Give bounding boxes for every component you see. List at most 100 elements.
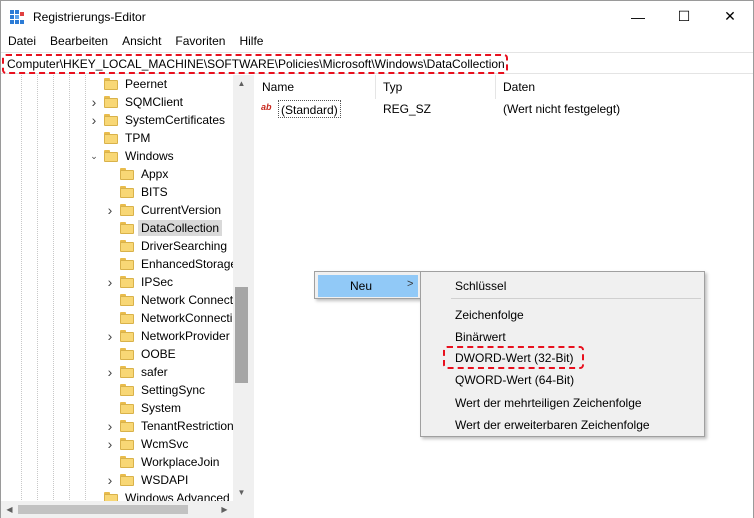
- table-row[interactable]: ab (Standard) REG_SZ (Wert nicht festgel…: [254, 100, 753, 118]
- folder-icon: [120, 456, 134, 468]
- tree-item[interactable]: DataCollection: [105, 219, 223, 237]
- tree-item[interactable]: System: [105, 399, 184, 417]
- menu-favoriten[interactable]: Favoriten: [168, 32, 232, 52]
- folder-icon: [120, 366, 134, 378]
- tree-item[interactable]: TPM: [89, 129, 153, 147]
- menu-bearbeiten[interactable]: Bearbeiten: [43, 32, 115, 52]
- folder-icon: [104, 150, 118, 162]
- value-type: REG_SZ: [383, 102, 432, 116]
- folder-icon: [120, 186, 134, 198]
- scroll-up-icon[interactable]: ▲: [233, 75, 250, 92]
- folder-icon: [120, 474, 134, 486]
- tree-vertical-scrollbar[interactable]: ▲ ▼: [233, 75, 250, 501]
- chevron-right-icon[interactable]: ›: [105, 327, 115, 345]
- tree-item[interactable]: › SQMClient: [89, 93, 186, 111]
- menu-hilfe[interactable]: Hilfe: [232, 32, 270, 52]
- tree-item-label: Appx: [141, 167, 169, 181]
- menu-item-neu[interactable]: Neu >: [318, 275, 418, 297]
- chevron-right-icon[interactable]: ›: [89, 93, 99, 111]
- tree-item[interactable]: WorkplaceJoin: [105, 453, 222, 471]
- chevron-right-icon[interactable]: ›: [89, 111, 99, 129]
- scroll-left-icon[interactable]: ◀: [1, 501, 18, 518]
- title-bar: Registrierungs-Editor — ☐ ✕: [1, 1, 753, 32]
- menu-item-expandstring[interactable]: Wert der erweiterbaren Zeichenfolge: [455, 418, 650, 432]
- tree-item-label: WorkplaceJoin: [141, 455, 220, 469]
- tree-item[interactable]: › TenantRestriction: [105, 417, 237, 435]
- folder-icon: [120, 312, 134, 324]
- tree-horizontal-scrollbar[interactable]: ◀ ▶: [1, 501, 250, 518]
- close-icon: ✕: [724, 8, 736, 24]
- scroll-down-icon[interactable]: ▼: [233, 484, 250, 501]
- menu-item-qword[interactable]: QWORD-Wert (64-Bit): [455, 373, 574, 387]
- chevron-placeholder: [105, 453, 115, 471]
- close-button[interactable]: ✕: [707, 1, 753, 32]
- tree-item[interactable]: DriverSearching: [105, 237, 230, 255]
- scroll-right-icon[interactable]: ▶: [216, 501, 233, 518]
- tree-item-label: SettingSync: [141, 383, 206, 397]
- tree-item-label: NetworkConnecti: [141, 311, 233, 325]
- scroll-thumb[interactable]: [235, 287, 248, 383]
- minimize-icon: —: [631, 8, 645, 25]
- column-header-data[interactable]: Daten: [495, 75, 745, 99]
- tree-item[interactable]: › WcmSvc: [105, 435, 191, 453]
- menu-ansicht[interactable]: Ansicht: [115, 32, 168, 52]
- folder-icon: [120, 420, 134, 432]
- tree-item[interactable]: › WSDAPI: [105, 471, 191, 489]
- value-name[interactable]: (Standard): [278, 100, 341, 118]
- chevron-placeholder: [89, 75, 99, 93]
- folder-icon: [120, 438, 134, 450]
- tree-item-label: WSDAPI: [141, 473, 189, 487]
- tree-item-label: TenantRestriction: [141, 419, 234, 433]
- tree-item-label: SQMClient: [125, 95, 184, 109]
- chevron-placeholder: [105, 399, 115, 417]
- tree-item[interactable]: Windows Advanced: [89, 489, 233, 501]
- chevron-right-icon[interactable]: ›: [105, 201, 115, 219]
- folder-icon: [120, 222, 134, 234]
- registry-key-tree[interactable]: Peernet › SQMClient › SystemCertificates TPM ⌄…: [1, 75, 250, 501]
- menu-item-schluessel[interactable]: Schlüssel: [455, 279, 506, 293]
- tree-item[interactable]: › NetworkProvider: [105, 327, 233, 345]
- chevron-right-icon[interactable]: ›: [105, 417, 115, 435]
- chevron-right-icon[interactable]: ›: [105, 363, 115, 381]
- column-header-type[interactable]: Typ: [375, 75, 495, 99]
- address-bar[interactable]: Computer\HKEY_LOCAL_MACHINE\SOFTWARE\Pol…: [1, 52, 753, 74]
- tree-item[interactable]: OOBE: [105, 345, 179, 363]
- maximize-button[interactable]: ☐: [661, 1, 707, 32]
- registry-editor-window: Registrierungs-Editor — ☐ ✕ Datei Bearbe…: [0, 0, 754, 518]
- tree-item[interactable]: Network Connect: [105, 291, 236, 309]
- menu-separator: [451, 298, 701, 299]
- tree-item[interactable]: SettingSync: [105, 381, 208, 399]
- menu-datei[interactable]: Datei: [1, 32, 43, 52]
- folder-icon: [104, 96, 118, 108]
- tree-item-label: System: [141, 401, 182, 415]
- tree-item-label: CurrentVersion: [141, 203, 222, 217]
- menu-item-zeichenfolge[interactable]: Zeichenfolge: [455, 308, 524, 322]
- tree-item[interactable]: › CurrentVersion: [105, 201, 224, 219]
- tree-item[interactable]: Peernet: [89, 75, 170, 93]
- chevron-right-icon[interactable]: ›: [105, 273, 115, 291]
- tree-item[interactable]: EnhancedStorage: [105, 255, 240, 273]
- tree-item[interactable]: › SystemCertificates: [89, 111, 228, 129]
- tree-item[interactable]: ⌄ Windows: [89, 147, 177, 165]
- chevron-down-icon[interactable]: ⌄: [89, 147, 99, 165]
- tree-item[interactable]: › safer: [105, 363, 171, 381]
- context-menu: Neu >: [314, 271, 422, 299]
- submenu-arrow-icon: >: [407, 278, 414, 290]
- tree-item-label: DriverSearching: [141, 239, 228, 253]
- tree-item[interactable]: › IPSec: [105, 273, 176, 291]
- minimize-button[interactable]: —: [615, 1, 661, 32]
- scroll-thumb-horizontal[interactable]: [18, 505, 188, 514]
- menu-item-binaerwert[interactable]: Binärwert: [455, 330, 506, 344]
- column-header-name[interactable]: Name: [254, 75, 375, 99]
- tree-item[interactable]: Appx: [105, 165, 171, 183]
- tree-item[interactable]: NetworkConnecti: [105, 309, 235, 327]
- chevron-placeholder: [105, 183, 115, 201]
- folder-icon: [120, 258, 134, 270]
- dword-highlight-annotation: [443, 346, 584, 369]
- chevron-right-icon[interactable]: ›: [105, 471, 115, 489]
- tree-item-label: Peernet: [125, 77, 168, 91]
- tree-item[interactable]: BITS: [105, 183, 171, 201]
- menu-item-multistring[interactable]: Wert der mehrteiligen Zeichenfolge: [455, 396, 642, 410]
- chevron-right-icon[interactable]: ›: [105, 435, 115, 453]
- folder-icon: [104, 78, 118, 90]
